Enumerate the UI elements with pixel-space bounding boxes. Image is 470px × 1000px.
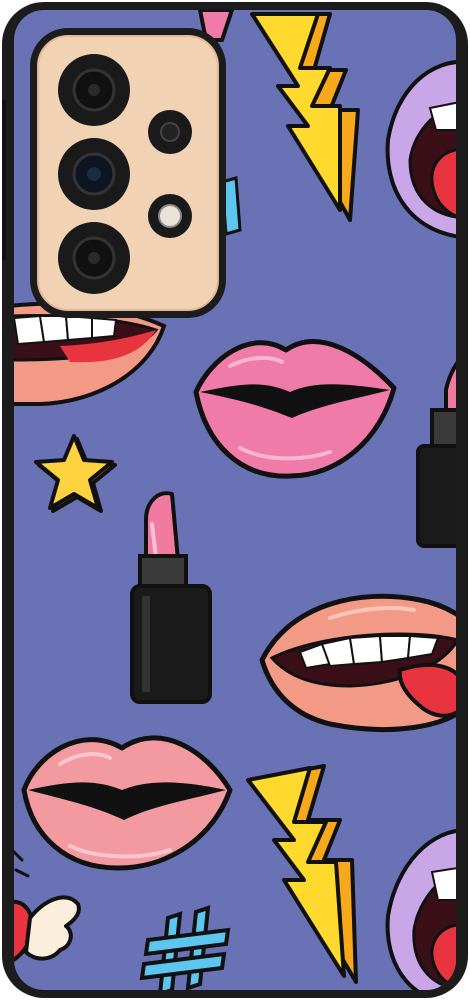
side-button-cutout <box>2 100 6 260</box>
camera-module <box>30 28 226 318</box>
camera-lens-icon <box>58 54 130 126</box>
flash-icon <box>148 194 192 238</box>
camera-lens-icon <box>58 222 130 294</box>
phone-case-product-photo <box>0 0 470 1000</box>
depth-sensor-icon <box>148 110 192 154</box>
camera-lens-icon <box>58 138 130 210</box>
phone-case-illustration <box>2 2 468 998</box>
